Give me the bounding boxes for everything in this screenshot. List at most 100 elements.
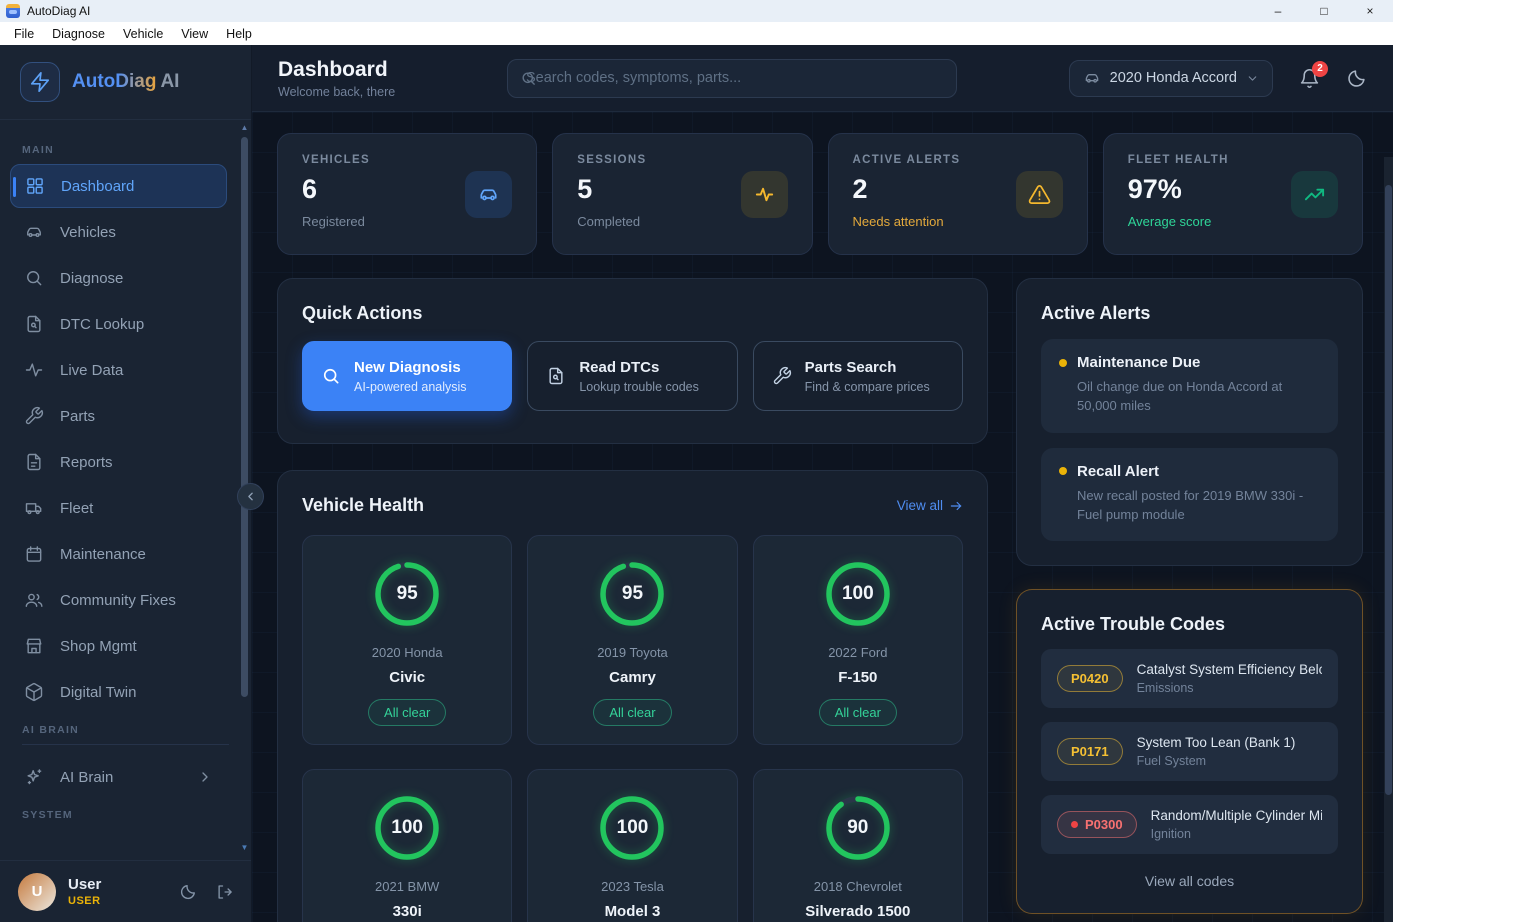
parts-search-button[interactable]: Parts SearchFind & compare prices <box>753 341 963 411</box>
critical-dot-icon <box>1071 821 1078 828</box>
stat-sub: Registered <box>302 214 370 229</box>
stat-value: 97% <box>1128 174 1229 205</box>
vehicle-model: Silverado 1500 <box>770 903 946 920</box>
health-score: 90 <box>820 790 896 866</box>
health-ring: 95 <box>594 556 670 632</box>
stat-sub: Average score <box>1128 214 1229 229</box>
window-title: AutoDiag AI <box>27 4 90 18</box>
sidebar-collapse-button[interactable] <box>237 483 264 510</box>
sidebar-item-label: Maintenance <box>60 546 146 563</box>
status-badge: All clear <box>368 699 446 726</box>
sidebar-item-community-fixes[interactable]: Community Fixes <box>10 578 227 622</box>
view-all-link[interactable]: View all <box>897 498 963 513</box>
user-role-badge: USER <box>68 895 101 907</box>
avatar: U <box>18 873 56 911</box>
alert-item[interactable]: Recall Alert New recall posted for 2019 … <box>1041 448 1338 542</box>
read-dtcs-button[interactable]: Read DTCsLookup trouble codes <box>527 341 737 411</box>
menu-file[interactable]: File <box>5 24 43 44</box>
new-diagnosis-button[interactable]: New DiagnosisAI-powered analysis <box>302 341 512 411</box>
sidebar-item-diagnose[interactable]: Diagnose <box>10 256 227 300</box>
trouble-code-item[interactable]: P0300 Random/Multiple Cylinder Misfi... … <box>1041 795 1338 854</box>
chevron-left-icon <box>244 490 257 503</box>
section-main-label: MAIN <box>22 144 251 156</box>
notification-badge: 2 <box>1312 61 1328 77</box>
vehicle-model: Camry <box>544 669 720 686</box>
main-scrollbar[interactable] <box>1384 157 1393 922</box>
active-alerts-title: Active Alerts <box>1041 303 1338 324</box>
trouble-code-item[interactable]: P0171 System Too Lean (Bank 1) Fuel Syst… <box>1041 722 1338 781</box>
vehicle-selector[interactable]: 2020 Honda Accord <box>1069 60 1273 97</box>
view-all-codes-link[interactable]: View all codes <box>1041 873 1338 889</box>
sidebar-item-live-data[interactable]: Live Data <box>10 348 227 392</box>
dtc-title: Catalyst System Efficiency Below... <box>1137 662 1322 677</box>
user-area: U User USER <box>0 860 251 922</box>
sidebar-scrollbar-thumb[interactable] <box>241 137 248 697</box>
vehicle-model: Model 3 <box>544 903 720 920</box>
car-icon <box>24 222 44 242</box>
vehicle-health-title: Vehicle Health <box>302 495 424 516</box>
close-button[interactable]: × <box>1347 0 1393 22</box>
trouble-code-item[interactable]: P0420 Catalyst System Efficiency Below..… <box>1041 649 1338 708</box>
moon-icon[interactable] <box>179 883 197 901</box>
health-ring: 100 <box>594 790 670 866</box>
theme-toggle-button[interactable] <box>1346 68 1367 89</box>
notifications-button[interactable]: 2 <box>1299 68 1320 89</box>
vehicle-health-panel: Vehicle Health View all <box>277 470 988 922</box>
vehicle-health-card[interactable]: 95 2019 Toyota Camry All clear <box>527 535 737 745</box>
scroll-down-arrow-icon[interactable]: ▼ <box>240 843 249 852</box>
vehicle-year-make: 2019 Toyota <box>544 645 720 660</box>
maximize-button[interactable]: □ <box>1301 0 1347 22</box>
sidebar-item-vehicles[interactable]: Vehicles <box>10 210 227 254</box>
stat-label: VEHICLES <box>302 154 370 166</box>
sidebar-item-parts[interactable]: Parts <box>10 394 227 438</box>
scroll-up-arrow-icon[interactable]: ▲ <box>240 123 249 132</box>
dtc-code-badge: P0300 <box>1057 811 1137 838</box>
calendar-icon <box>24 544 44 564</box>
titlebar: AutoDiag AI – □ × <box>0 0 1393 22</box>
sidebar-item-label: Dashboard <box>61 178 134 195</box>
menu-vehicle[interactable]: Vehicle <box>114 24 172 44</box>
sidebar-item-ai-brain[interactable]: AI Brain <box>10 755 227 799</box>
sidebar-item-dtc-lookup[interactable]: DTC Lookup <box>10 302 227 346</box>
stat-sub: Needs attention <box>853 214 961 229</box>
alert-item[interactable]: Maintenance Due Oil change due on Honda … <box>1041 339 1338 433</box>
menu-help[interactable]: Help <box>217 24 261 44</box>
vehicle-health-card[interactable]: 90 2018 Chevrolet Silverado 1500 All cle… <box>753 769 963 922</box>
section-ai-label: AI BRAIN <box>22 724 251 736</box>
action-subtitle: Lookup trouble codes <box>579 380 699 394</box>
header: Dashboard Welcome back, there 2020 Honda… <box>252 45 1393 112</box>
status-badge: All clear <box>819 699 897 726</box>
sidebar-item-label: Community Fixes <box>60 592 176 609</box>
alert-title: Recall Alert <box>1077 463 1159 480</box>
vehicle-year-make: 2021 BMW <box>319 879 495 894</box>
sidebar-item-label: Reports <box>60 454 113 471</box>
sidebar-item-shop-mgmt[interactable]: Shop Mgmt <box>10 624 227 668</box>
sidebar-item-maintenance[interactable]: Maintenance <box>10 532 227 576</box>
minimize-button[interactable]: – <box>1255 0 1301 22</box>
vehicle-health-card[interactable]: 95 2020 Honda Civic All clear <box>302 535 512 745</box>
menu-view[interactable]: View <box>172 24 217 44</box>
menu-bar: File Diagnose Vehicle View Help <box>0 22 1393 45</box>
main-scrollbar-thumb[interactable] <box>1385 185 1392 795</box>
vehicle-health-card[interactable]: 100 2021 BMW 330i All clear <box>302 769 512 922</box>
user-name: User <box>68 876 101 893</box>
car-icon <box>465 171 512 218</box>
divider <box>22 744 229 745</box>
vehicle-health-card[interactable]: 100 2023 Tesla Model 3 All clear <box>527 769 737 922</box>
sidebar-item-reports[interactable]: Reports <box>10 440 227 484</box>
health-score: 100 <box>820 556 896 632</box>
logout-icon[interactable] <box>215 883 233 901</box>
vehicle-health-card[interactable]: 100 2022 Ford F-150 All clear <box>753 535 963 745</box>
sidebar-item-dashboard[interactable]: Dashboard <box>10 164 227 208</box>
health-ring: 100 <box>820 556 896 632</box>
app-window: AutoDiag AI – □ × File Diagnose Vehicle … <box>0 0 1393 922</box>
page-subtitle: Welcome back, there <box>278 85 483 99</box>
zap-icon <box>20 62 60 102</box>
search-input[interactable] <box>507 59 957 98</box>
brand-name: AutoDiag <box>72 71 156 92</box>
wrench-icon <box>772 366 792 386</box>
sidebar-item-fleet[interactable]: Fleet <box>10 486 227 530</box>
trending-up-icon <box>1291 171 1338 218</box>
sidebar-item-digital-twin[interactable]: Digital Twin <box>10 670 227 714</box>
menu-diagnose[interactable]: Diagnose <box>43 24 114 44</box>
